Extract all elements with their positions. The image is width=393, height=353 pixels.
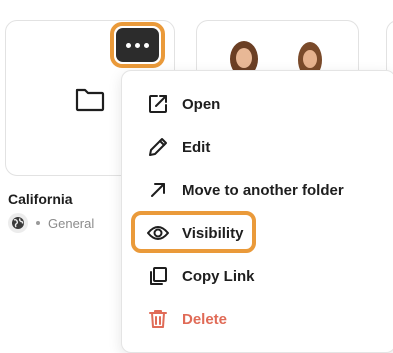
menu-item-label: Copy Link	[182, 267, 255, 285]
more-options-button[interactable]	[116, 28, 159, 62]
menu-item-label: Visibility	[182, 224, 244, 242]
arrow-up-right-icon	[146, 178, 170, 202]
external-link-icon	[146, 92, 170, 116]
folder-icon	[75, 88, 105, 112]
visibility-label: General	[48, 215, 95, 231]
ellipsis-dot	[144, 42, 149, 48]
menu-item-move[interactable]: Move to another folder	[146, 178, 344, 202]
menu-item-open[interactable]: Open	[146, 92, 220, 116]
meta-separator	[36, 221, 40, 225]
menu-item-label: Edit	[182, 138, 211, 156]
pencil-icon	[146, 135, 170, 159]
menu-item-copy-link[interactable]: Copy Link	[146, 264, 255, 288]
folder-meta: General	[8, 213, 94, 233]
ellipsis-dot	[135, 42, 140, 48]
context-menu: Open Edit Move to another folder Visibil…	[121, 70, 393, 353]
menu-item-label: Open	[182, 95, 221, 113]
menu-item-visibility[interactable]: Visibility	[146, 221, 243, 245]
folder-title: California	[8, 191, 73, 207]
copy-icon	[146, 264, 170, 288]
eye-icon	[146, 221, 170, 245]
menu-item-label: Delete	[182, 310, 228, 328]
menu-item-edit[interactable]: Edit	[146, 135, 210, 159]
ellipsis-icon	[126, 42, 131, 48]
menu-item-delete[interactable]: Delete	[146, 307, 227, 331]
menu-item-label: Move to another folder	[182, 181, 344, 199]
trash-icon	[146, 307, 170, 331]
globe-icon	[8, 213, 28, 233]
